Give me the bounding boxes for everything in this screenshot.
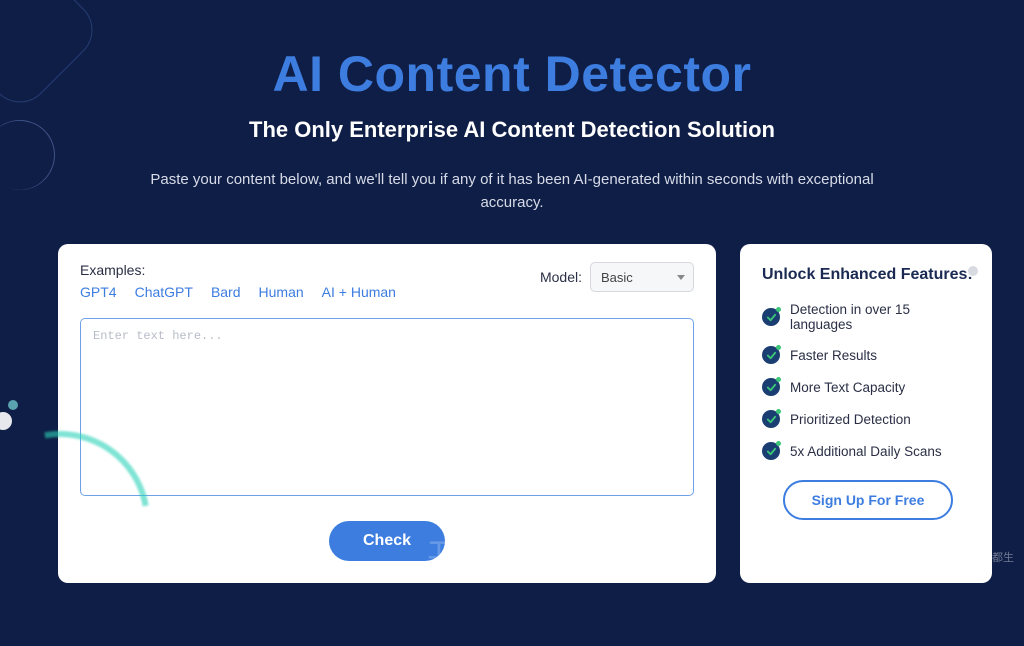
check-icon <box>762 410 780 428</box>
hero-section: AI Content Detector The Only Enterprise … <box>0 0 1024 214</box>
feature-text: 5x Additional Daily Scans <box>790 444 942 459</box>
example-link-bard[interactable]: Bard <box>211 284 241 300</box>
feature-item: Faster Results <box>762 346 974 364</box>
example-link-chatgpt[interactable]: ChatGPT <box>135 284 193 300</box>
features-card: Unlock Enhanced Features: Detection in o… <box>740 244 992 583</box>
example-link-human[interactable]: Human <box>259 284 304 300</box>
signup-button[interactable]: Sign Up For Free <box>783 480 953 520</box>
example-link-ai-human[interactable]: AI + Human <box>322 284 396 300</box>
examples-label: Examples: <box>80 262 396 278</box>
model-select[interactable]: Basic <box>590 262 694 292</box>
feature-item: Prioritized Detection <box>762 410 974 428</box>
info-icon[interactable] <box>968 266 978 276</box>
feature-text: Faster Results <box>790 348 877 363</box>
check-icon <box>762 346 780 364</box>
chevron-down-icon <box>677 275 685 280</box>
model-label: Model: <box>540 269 582 285</box>
content-input[interactable] <box>80 318 694 496</box>
page-description: Paste your content below, and we'll tell… <box>122 169 902 214</box>
feature-item: More Text Capacity <box>762 378 974 396</box>
check-icon <box>762 308 780 326</box>
feature-text: More Text Capacity <box>790 380 905 395</box>
feature-item: Detection in over 15 languages <box>762 302 974 332</box>
model-selected-value: Basic <box>601 270 633 285</box>
check-icon <box>762 378 780 396</box>
detector-card: Examples: GPT4 ChatGPT Bard Human AI + H… <box>58 244 716 583</box>
decorative-dot <box>8 400 18 410</box>
check-icon <box>762 442 780 460</box>
page-subtitle: The Only Enterprise AI Content Detection… <box>0 117 1024 143</box>
feature-item: 5x Additional Daily Scans <box>762 442 974 460</box>
page-title: AI Content Detector <box>0 45 1024 103</box>
feature-text: Prioritized Detection <box>790 412 911 427</box>
features-title: Unlock Enhanced Features: <box>762 266 974 284</box>
decorative-dot <box>0 412 12 430</box>
feature-text: Detection in over 15 languages <box>790 302 974 332</box>
example-link-gpt4[interactable]: GPT4 <box>80 284 117 300</box>
check-button[interactable]: Check <box>329 521 445 561</box>
